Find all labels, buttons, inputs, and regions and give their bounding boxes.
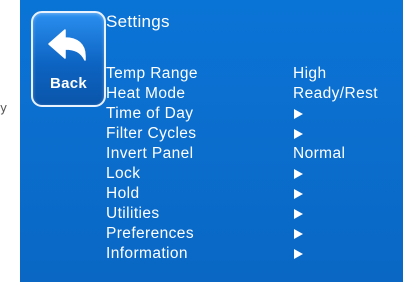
menu-item-temp-range[interactable]: Temp Range High — [106, 64, 403, 84]
menu-item-time-of-day[interactable]: Time of Day — [106, 104, 403, 124]
back-button-label: Back — [49, 75, 88, 92]
menu-item-value: High — [293, 65, 327, 82]
back-button[interactable]: Back — [31, 11, 106, 107]
arrow-right-icon — [294, 169, 303, 179]
menu-item-lock[interactable]: Lock — [106, 164, 403, 184]
menu-item-label: Time of Day — [106, 105, 194, 122]
menu-item-label: Heat Mode — [106, 85, 186, 102]
menu-item-invert-panel[interactable]: Invert Panel Normal — [106, 144, 403, 164]
settings-screen: Back Settings Temp Range High Heat Mode … — [20, 0, 403, 282]
menu-item-label: Preferences — [106, 225, 194, 242]
menu-item-hold[interactable]: Hold — [106, 184, 403, 204]
back-arrow-icon — [48, 29, 86, 61]
menu-item-label: Lock — [106, 165, 141, 182]
arrow-right-icon — [294, 229, 303, 239]
stray-character: y — [0, 101, 8, 115]
menu-item-value: Ready/Rest — [293, 85, 378, 102]
menu-item-heat-mode[interactable]: Heat Mode Ready/Rest — [106, 84, 403, 104]
menu-item-label: Information — [106, 245, 188, 262]
arrow-right-icon — [294, 209, 303, 219]
menu-item-filter-cycles[interactable]: Filter Cycles — [106, 124, 403, 144]
menu-item-label: Utilities — [106, 205, 160, 222]
menu-item-information[interactable]: Information — [106, 244, 403, 264]
menu-item-utilities[interactable]: Utilities — [106, 204, 403, 224]
arrow-right-icon — [294, 129, 303, 139]
menu-item-value: Normal — [293, 145, 346, 162]
menu-item-preferences[interactable]: Preferences — [106, 224, 403, 244]
menu-item-label: Temp Range — [106, 65, 198, 82]
menu-item-label: Invert Panel — [106, 145, 194, 162]
arrow-right-icon — [294, 189, 303, 199]
arrow-right-icon — [294, 249, 303, 259]
menu-item-label: Hold — [106, 185, 140, 202]
menu-item-label: Filter Cycles — [106, 125, 197, 142]
arrow-right-icon — [294, 109, 303, 119]
settings-menu: Temp Range High Heat Mode Ready/Rest Tim… — [106, 64, 403, 264]
page-title: Settings — [106, 12, 170, 31]
